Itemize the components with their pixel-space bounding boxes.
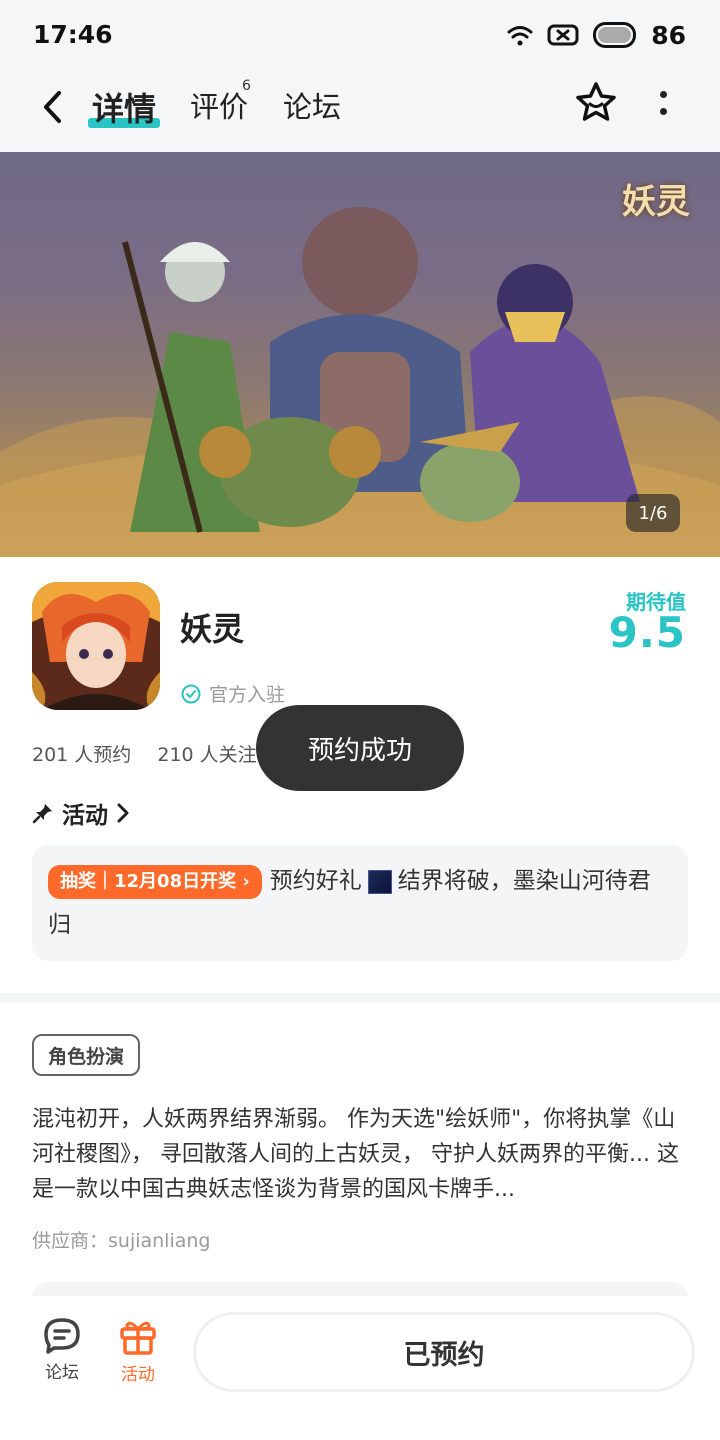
more-dot-icon — [659, 108, 667, 115]
bottom-activity-button[interactable]: 活动 — [108, 1316, 168, 1385]
verified-check-icon — [181, 684, 201, 703]
star-icon — [576, 82, 616, 121]
activity-label: 活动 — [121, 1365, 155, 1385]
battery-level: 86 — [651, 20, 686, 50]
gift-icon — [120, 1321, 156, 1355]
back-button[interactable] — [30, 84, 76, 130]
gift-image — [367, 869, 392, 894]
game-app-icon — [32, 582, 160, 710]
tab-review-label: 评价 — [190, 90, 249, 124]
battery-icon — [593, 22, 637, 48]
banner-artwork — [0, 207, 720, 557]
game-title: 妖灵 — [180, 610, 245, 648]
top-nav: 详情 评价 6 论坛 — [0, 70, 720, 152]
follower-count: 210 人关注 — [157, 744, 257, 766]
banner-logo: 妖灵 — [622, 182, 690, 222]
pin-icon — [32, 804, 52, 824]
status-time: 17:46 — [33, 20, 113, 49]
reserved-button[interactable]: 已预约 — [193, 1312, 695, 1392]
game-description[interactable]: 混沌初开，人妖两界结界渐弱。 作为天选"绘妖师"，你将执掌《山河社稷图》， 寻回… — [32, 1102, 688, 1207]
forum-chat-icon — [44, 1318, 80, 1354]
sim-off-icon — [547, 24, 579, 46]
chevron-right-icon — [117, 803, 129, 823]
official-label: 官方入驻 — [209, 684, 286, 706]
expect-score: 9.5 — [608, 608, 686, 657]
forum-label: 论坛 — [45, 1363, 79, 1383]
tab-forum-label: 论坛 — [283, 90, 342, 124]
activity-section-title: 活动 — [62, 803, 108, 829]
status-bar: 17:46 86 — [0, 0, 720, 70]
tab-review[interactable]: 评价 6 — [190, 78, 251, 126]
section-divider — [0, 993, 720, 1002]
more-button[interactable] — [645, 80, 681, 126]
bottom-action-bar: 论坛 活动 已预约 — [0, 1296, 720, 1440]
banner-page-counter: 1/6 — [626, 494, 680, 532]
toast-message: 预约成功 — [256, 705, 464, 791]
chevron-left-icon — [44, 91, 61, 123]
lottery-badge[interactable]: 抽奖｜12月08日开奖 › — [48, 864, 262, 899]
supplier-text: 供应商：sujianliang — [32, 1230, 211, 1252]
activity-prefix: 预约好礼 — [269, 868, 362, 894]
wifi-icon — [507, 26, 533, 46]
activity-card[interactable]: 抽奖｜12月08日开奖 › 预约好礼 结界将破，墨染山河待君归 — [32, 845, 688, 961]
game-stats: 201 人预约 210 人关注 — [32, 740, 277, 767]
tab-detail-label: 详情 — [92, 90, 157, 128]
status-icons: 86 — [507, 18, 686, 52]
activity-section-header[interactable]: 活动 — [32, 796, 130, 830]
tab-detail[interactable]: 详情 — [88, 84, 161, 130]
reservation-count: 201 人预约 — [32, 744, 132, 766]
banner-carousel[interactable]: 妖灵 — [0, 152, 720, 557]
more-dot-icon — [659, 91, 667, 98]
bottom-forum-button[interactable]: 论坛 — [32, 1316, 92, 1383]
tab-forum[interactable]: 论坛 — [283, 84, 341, 126]
official-badge: 官方入驻 — [181, 680, 285, 707]
review-count-badge: 6 — [242, 78, 251, 94]
favorite-button[interactable] — [573, 80, 619, 126]
genre-tag[interactable]: 角色扮演 — [32, 1034, 141, 1076]
